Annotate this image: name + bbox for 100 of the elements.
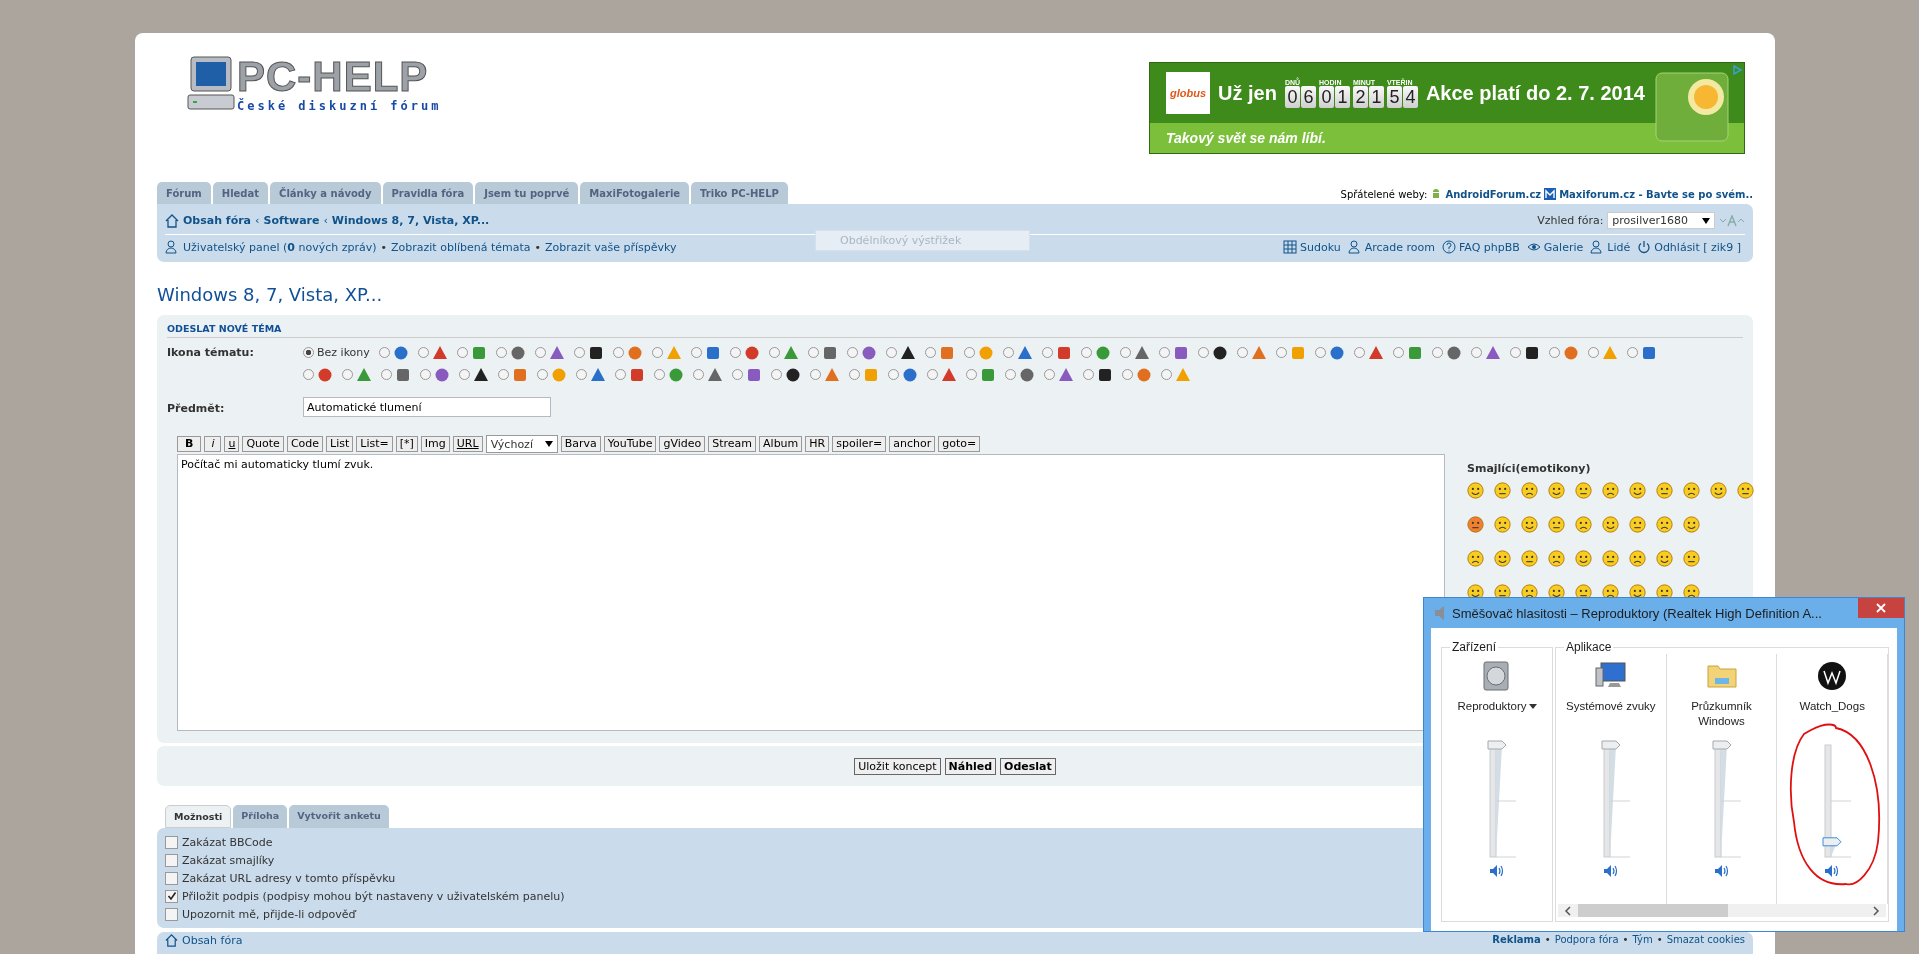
radio-button[interactable] (693, 369, 704, 380)
smiley-icon[interactable] (1602, 550, 1619, 567)
radio-button[interactable] (885, 347, 897, 358)
smiley-icon[interactable] (1575, 550, 1592, 567)
nav-tab[interactable]: Hledat (212, 182, 269, 204)
radio-button[interactable] (573, 347, 585, 358)
radio-button[interactable] (342, 369, 353, 380)
smiley-icon[interactable] (1494, 516, 1511, 533)
format-button[interactable]: HR (805, 436, 830, 452)
user-link[interactable]: Odhlásit [ zik9 ] (1654, 240, 1741, 254)
format-button[interactable]: [*] (395, 436, 418, 452)
format-button[interactable]: gVideo (659, 436, 706, 452)
radio-button[interactable] (534, 347, 546, 358)
radio-button[interactable] (1005, 369, 1016, 380)
radio-button[interactable] (1119, 347, 1131, 358)
submit-button[interactable]: Náhled (944, 757, 997, 775)
radio-button[interactable] (846, 347, 858, 358)
format-button[interactable]: goto= (938, 436, 981, 452)
checkbox[interactable] (165, 835, 178, 849)
submit-button[interactable]: Odeslat (1000, 757, 1056, 775)
format-button[interactable]: anchor (889, 436, 936, 452)
smiley-icon[interactable] (1737, 482, 1754, 499)
font-size-select[interactable]: Výchozí (485, 435, 558, 453)
smiley-icon[interactable] (1683, 516, 1700, 533)
smiley-icon[interactable] (1548, 516, 1565, 533)
close-button[interactable] (1858, 598, 1904, 618)
submit-button[interactable]: Uložit koncept (854, 757, 941, 775)
radio-button[interactable] (1083, 369, 1094, 380)
radio-button[interactable] (810, 369, 821, 380)
speaker-icon[interactable] (1824, 863, 1841, 879)
smiley-icon[interactable] (1683, 550, 1700, 567)
radio-button[interactable] (1548, 347, 1560, 358)
smiley-icon[interactable] (1575, 516, 1592, 533)
footer-link[interactable]: Obsah fóra (182, 934, 243, 947)
radio-button[interactable] (498, 369, 509, 380)
radio-button[interactable] (651, 347, 663, 358)
radio-button[interactable] (1044, 369, 1055, 380)
radio-button[interactable] (888, 369, 899, 380)
radio-button[interactable] (576, 369, 587, 380)
user-link[interactable]: Uživatelský panel (0 nových zpráv) (183, 240, 377, 254)
radio-button[interactable] (1509, 347, 1521, 358)
smiley-icon[interactable] (1710, 482, 1727, 499)
radio-button[interactable] (495, 347, 507, 358)
options-tab[interactable]: Možnosti (165, 805, 232, 828)
user-link[interactable]: Zobrazit oblíbená témata (391, 240, 531, 254)
slider-thumb[interactable] (1822, 837, 1842, 847)
friend-link[interactable]: Maxiforum.cz - Bavte se po svém.. (1559, 188, 1753, 200)
smiley-icon[interactable] (1629, 516, 1646, 533)
radio-button[interactable] (1353, 347, 1365, 358)
format-button[interactable]: Stream (708, 436, 757, 452)
speaker-icon[interactable] (1489, 863, 1505, 879)
format-button[interactable]: Img (420, 436, 450, 452)
format-button[interactable]: i (204, 436, 222, 452)
radio-button[interactable] (1275, 347, 1287, 358)
slider-thumb[interactable] (1601, 740, 1621, 750)
radio-button[interactable] (537, 369, 548, 380)
breadcrumb-link[interactable]: Windows 8, 7, Vista, XP... (331, 214, 490, 227)
format-button[interactable]: Code (286, 436, 324, 452)
radio-button[interactable] (690, 347, 702, 358)
radio-button[interactable] (849, 369, 860, 380)
scrollbar[interactable] (1558, 904, 1886, 917)
radio-button[interactable] (1002, 347, 1014, 358)
smiley-icon[interactable] (1656, 550, 1673, 567)
checkbox[interactable] (165, 853, 178, 867)
message-field[interactable]: Počítač mi automaticky tlumí zvuk. (177, 454, 1445, 731)
format-button[interactable]: u (224, 436, 240, 452)
smiley-icon[interactable] (1575, 482, 1592, 499)
radio-button[interactable] (456, 347, 468, 358)
radio-button[interactable] (927, 369, 938, 380)
format-button[interactable]: Album (759, 436, 803, 452)
smiley-icon[interactable] (1656, 516, 1673, 533)
smiley-icon[interactable] (1656, 482, 1673, 499)
smiley-icon[interactable] (1602, 482, 1619, 499)
nav-tab[interactable]: Články a návody (270, 182, 381, 204)
radio-button[interactable] (732, 369, 743, 380)
footer-link[interactable]: Podpora fóra (1554, 934, 1619, 945)
user-link[interactable]: FAQ phpBB (1459, 240, 1520, 254)
checkbox[interactable] (165, 889, 178, 903)
smiley-icon[interactable] (1629, 482, 1646, 499)
format-button[interactable]: Quote (242, 436, 284, 452)
radio-button[interactable] (612, 347, 624, 358)
radio-button[interactable] (303, 369, 314, 380)
format-button[interactable]: List= (356, 436, 393, 452)
radio-button[interactable] (1080, 347, 1092, 358)
subject-field[interactable]: Automatické tlumení (303, 397, 551, 417)
options-tab[interactable]: Vytvořit anketu (289, 805, 389, 828)
device-dropdown[interactable]: Reproduktory (1457, 696, 1537, 735)
smiley-icon[interactable] (1548, 550, 1565, 567)
speaker-icon[interactable] (1602, 863, 1619, 879)
radio-button[interactable] (1314, 347, 1326, 358)
radio-button[interactable] (615, 369, 626, 380)
radio-button[interactable] (1197, 347, 1209, 358)
radio-button[interactable] (420, 369, 431, 380)
radio-button[interactable] (1392, 347, 1404, 358)
breadcrumb-link[interactable]: Obsah fóra (183, 214, 252, 227)
radio-button[interactable] (966, 369, 977, 380)
format-button[interactable]: List (326, 436, 354, 452)
smiley-icon[interactable] (1521, 550, 1538, 567)
scroll-right-icon[interactable] (1872, 905, 1880, 916)
radio-button[interactable] (771, 369, 782, 380)
